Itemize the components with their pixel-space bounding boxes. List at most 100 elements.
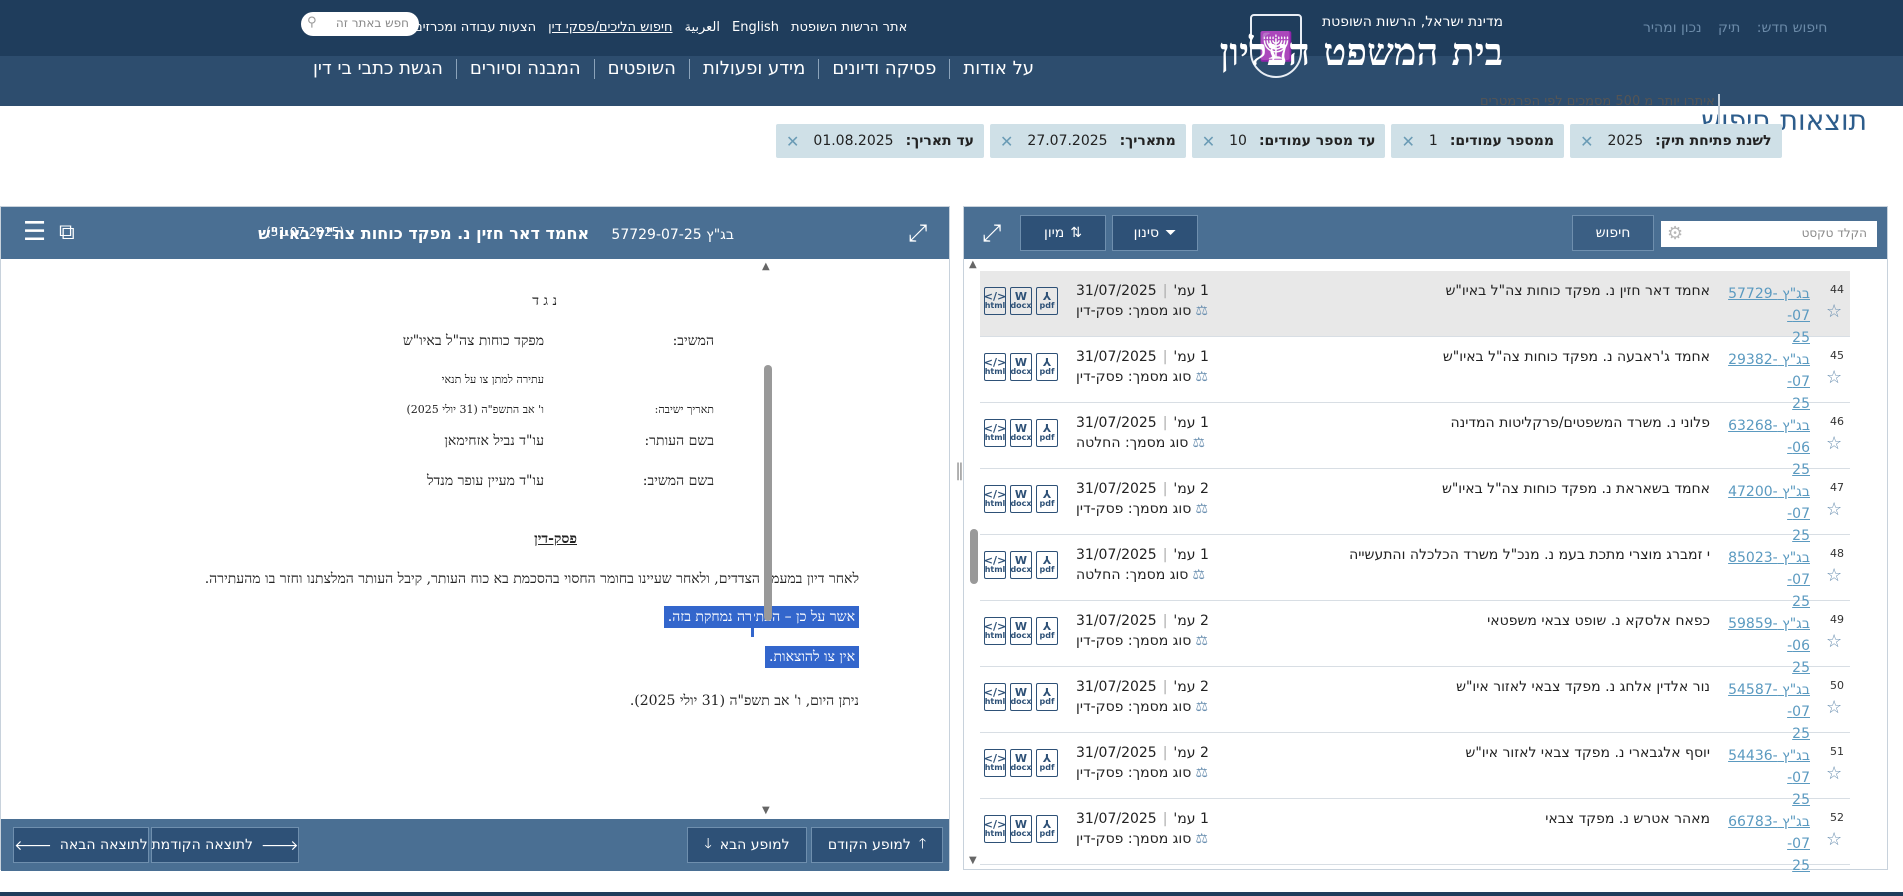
star-icon[interactable]: ☆ xyxy=(1826,697,1842,718)
result-title[interactable]: כפאח אלסקא נ. שופט צבאי משפטאי xyxy=(1487,613,1710,629)
html-file-icon[interactable]: </> html xyxy=(984,815,1006,843)
main-nav: על אודות פסיקה ודיונים מידע ופעולות השופ… xyxy=(300,58,1047,79)
result-row[interactable]: 49 ☆ בג"ץ 59859-06- 25 כפאח אלסקא נ. שופט צב… xyxy=(980,601,1850,676)
docx-file-icon[interactable]: Wdocx xyxy=(1010,353,1032,381)
result-row[interactable]: 52 ☆ בג"ץ 66783-07- 25 מאהר אטרש נ. מפקד צבא… xyxy=(980,799,1850,874)
result-row[interactable]: 44 ☆ בג"ץ 57729-07- 25 אחמד דאר חזין נ. מפקד… xyxy=(980,271,1850,346)
star-icon[interactable]: ☆ xyxy=(1826,499,1842,520)
next-result-button[interactable]: לתוצאה הבאה 🡐 xyxy=(13,827,149,863)
star-icon[interactable]: ☆ xyxy=(1826,565,1842,586)
expand-icon[interactable]: ⤢ xyxy=(982,219,1001,247)
scroll-down-icon[interactable]: ▼ xyxy=(969,855,977,866)
html-file-icon[interactable]: </> html xyxy=(984,353,1006,381)
pdf-file-icon[interactable]: ⅄ pdf xyxy=(1036,287,1058,315)
star-icon[interactable]: ☆ xyxy=(1826,367,1842,388)
html-file-icon[interactable]: </> html xyxy=(984,551,1006,579)
pdf-file-icon[interactable]: ⅄ pdf xyxy=(1036,353,1058,381)
pdf-file-icon[interactable]: ⅄ pdf xyxy=(1036,617,1058,645)
remove-filter-icon[interactable]: ✕ xyxy=(1202,132,1215,151)
result-row[interactable]: 46 ☆ בג"ץ 63268-06- 25 פלוני נ. משרד המשפטים… xyxy=(980,403,1850,478)
remove-filter-icon[interactable]: ✕ xyxy=(1401,132,1414,151)
result-title[interactable]: י זמברג מוצרי מתכת בעמ נ. מנכ"ל משרד הכל… xyxy=(1349,547,1710,563)
docx-file-icon[interactable]: Wdocx xyxy=(1010,551,1032,579)
star-icon[interactable]: ☆ xyxy=(1826,631,1842,652)
nav-about[interactable]: על אודות xyxy=(950,58,1047,79)
star-icon[interactable]: ☆ xyxy=(1826,301,1842,322)
remove-filter-icon[interactable]: ✕ xyxy=(1580,132,1593,151)
link-judiciary-site[interactable]: אתר הרשות השופטת xyxy=(791,20,907,35)
list-search-input[interactable]: ⚙ הקלד טקסט xyxy=(1661,221,1877,247)
html-file-icon[interactable]: </> html xyxy=(984,617,1006,645)
ghost-link-1[interactable]: תיק xyxy=(1718,20,1740,36)
scroll-up-icon[interactable]: ▲ xyxy=(969,259,977,270)
prev-result-button[interactable]: 🡒 לתוצאה הקודמת xyxy=(151,827,299,863)
result-title[interactable]: אחמד ג'ראבעה נ. מפקד כוחות צה"ל באיו"ש xyxy=(1443,349,1710,365)
sort-button[interactable]: ⇅ מיון xyxy=(1020,215,1106,251)
docx-file-icon[interactable]: Wdocx xyxy=(1010,815,1032,843)
result-title[interactable]: אחמד בשאראת נ. מפקד כוחות צה"ל באיו"ש xyxy=(1442,481,1710,497)
filter-button[interactable]: ⏷ סינון xyxy=(1112,215,1198,251)
result-row[interactable]: 50 ☆ בג"ץ 54587-07- 25 נור אלדין אלחג נ. מפק… xyxy=(980,667,1850,742)
result-case-link[interactable]: בג"ץ 66783-07- 25 xyxy=(1710,811,1810,877)
link-arabic[interactable]: العربية xyxy=(684,20,720,35)
remove-filter-icon[interactable]: ✕ xyxy=(786,132,799,151)
result-date: 31/07/2025 xyxy=(1076,613,1157,629)
nav-rulings[interactable]: פסיקה ודיונים xyxy=(819,58,949,79)
remove-filter-icon[interactable]: ✕ xyxy=(1000,132,1013,151)
star-icon[interactable]: ☆ xyxy=(1826,763,1842,784)
scroll-down-icon[interactable]: ▼ xyxy=(762,805,770,816)
pdf-file-icon[interactable]: ⅄ pdf xyxy=(1036,485,1058,513)
docx-file-icon[interactable]: Wdocx xyxy=(1010,617,1032,645)
pdf-file-icon[interactable]: ⅄ pdf xyxy=(1036,749,1058,777)
pdf-file-icon[interactable]: ⅄ pdf xyxy=(1036,683,1058,711)
expand-icon[interactable]: ⤢ xyxy=(908,219,927,247)
html-file-icon[interactable]: </> html xyxy=(984,749,1006,777)
result-title[interactable]: פלוני נ. משרד המשפטים/פרקליטות המדינה xyxy=(1450,415,1710,431)
document-scrollbar[interactable] xyxy=(764,365,772,621)
list-search-button[interactable]: חיפוש xyxy=(1572,215,1654,251)
gear-icon[interactable]: ⚙ xyxy=(1667,223,1683,244)
result-title[interactable]: יוסף אלגבארי נ. מפקד צבאי לאזור איו"ש xyxy=(1465,745,1710,761)
ghost-link-2[interactable]: נכון ומהיר xyxy=(1643,20,1702,36)
result-title[interactable]: נור אלדין אלחג נ. מפקד צבאי לאזור איו"ש xyxy=(1456,679,1710,695)
html-file-icon[interactable]: </> html xyxy=(984,419,1006,447)
nav-judges[interactable]: השופטים xyxy=(595,58,689,79)
menu-icon[interactable]: ☰ xyxy=(23,217,46,247)
link-case-search[interactable]: חיפוש הליכים/פסקי דין xyxy=(548,20,672,35)
prev-occurrence-button[interactable]: 🡑 למופע הקודם xyxy=(811,827,943,863)
link-english[interactable]: English xyxy=(732,20,779,35)
result-title[interactable]: אחמד דאר חזין נ. מפקד כוחות צה"ל באיו"ש xyxy=(1445,283,1710,299)
link-jobs[interactable]: הצעות עבודה ומכרזים xyxy=(414,20,536,35)
site-logo[interactable]: מדינת ישראל, הרשות השופטת בית המשפט העלי… xyxy=(1220,14,1503,74)
next-occurrence-button[interactable]: למופע הבא 🡓 xyxy=(687,827,807,863)
scroll-up-icon[interactable]: ▲ xyxy=(762,261,770,272)
html-file-icon[interactable]: </> html xyxy=(984,287,1006,315)
docx-file-icon[interactable]: Wdocx xyxy=(1010,485,1032,513)
result-title[interactable]: מאהר אטרש נ. מפקד צבאי xyxy=(1545,811,1710,827)
result-row[interactable]: 51 ☆ בג"ץ 54436-07- 25 יוסף אלגבארי נ. מפקד … xyxy=(980,733,1850,808)
results-scrollbar[interactable]: ▲ ▼ xyxy=(969,259,978,869)
html-file-icon[interactable]: </> html xyxy=(984,485,1006,513)
pdf-file-icon[interactable]: ⅄ pdf xyxy=(1036,551,1058,579)
result-row[interactable]: 47 ☆ בג"ץ 47200-07- 25 אחמד בשאראת נ. מפקד כ… xyxy=(980,469,1850,544)
docx-file-icon[interactable]: Wdocx xyxy=(1010,749,1032,777)
pdf-file-icon[interactable]: ⅄ pdf xyxy=(1036,419,1058,447)
docx-file-icon[interactable]: Wdocx xyxy=(1010,419,1032,447)
pdf-file-icon[interactable]: ⅄ pdf xyxy=(1036,815,1058,843)
document-body[interactable]: נ ג ד המשיב: מפקד כוחות צה"ל באיו"ש עתיר… xyxy=(9,259,939,817)
docx-file-icon[interactable]: Wdocx xyxy=(1010,287,1032,315)
nav-info[interactable]: מידע ופעולות xyxy=(690,58,818,79)
result-row[interactable]: 45 ☆ בג"ץ 29382-07- 25 אחמד ג'ראבעה נ. מפקד … xyxy=(980,337,1850,412)
result-row[interactable]: 48 ☆ בג"ץ 85023-07- 25 י זמברג מוצרי מתכת בע… xyxy=(980,535,1850,610)
docx-file-icon[interactable]: Wdocx xyxy=(1010,683,1032,711)
star-icon[interactable]: ☆ xyxy=(1826,433,1842,454)
site-search-input[interactable]: ⚲ חפש באתר זה xyxy=(301,12,419,36)
nav-structure[interactable]: המבנה וסיורים xyxy=(457,58,594,79)
ghost-link-0[interactable]: חיפוש חדש: xyxy=(1757,20,1828,36)
results-scroll-thumb[interactable] xyxy=(970,529,978,584)
copy-icon[interactable]: ⧉ xyxy=(59,220,75,245)
star-icon[interactable]: ☆ xyxy=(1826,829,1842,850)
nav-filings[interactable]: הגשת כתבי בי דין xyxy=(300,58,456,79)
ghost-links: חיפוש חדש: תיק נכון ומהיר xyxy=(1637,20,1833,36)
html-file-icon[interactable]: </> html xyxy=(984,683,1006,711)
